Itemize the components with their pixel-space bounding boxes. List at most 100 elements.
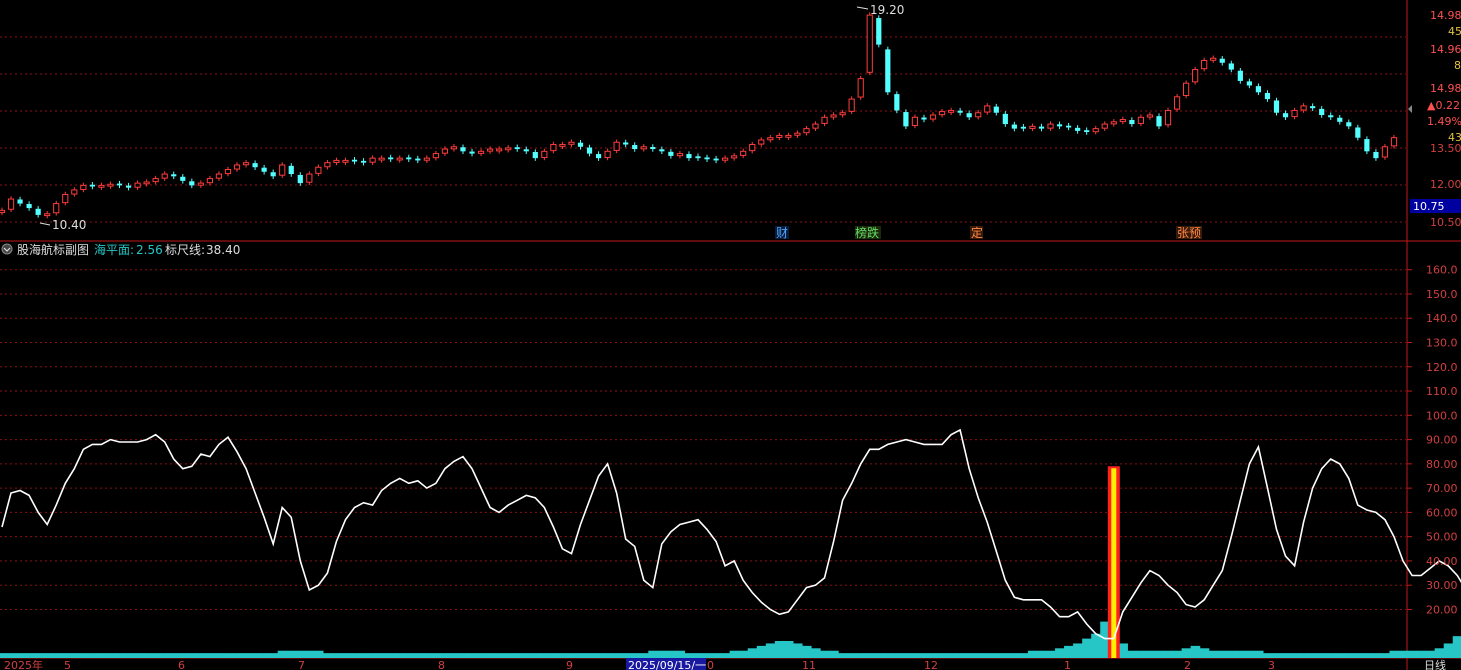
candle[interactable] — [1075, 125, 1081, 134]
candle[interactable] — [1129, 117, 1135, 127]
candle[interactable] — [921, 114, 927, 123]
candle[interactable] — [26, 201, 32, 211]
candle[interactable] — [1137, 114, 1145, 127]
candle[interactable] — [1038, 123, 1045, 132]
candle[interactable] — [315, 164, 322, 177]
candle[interactable] — [1065, 122, 1072, 131]
candle[interactable] — [1291, 107, 1298, 120]
candle[interactable] — [1002, 111, 1008, 127]
candle[interactable] — [876, 15, 882, 48]
candle[interactable] — [577, 139, 584, 150]
event-marker[interactable]: 定 — [971, 225, 983, 240]
candle[interactable] — [1101, 121, 1108, 131]
candle[interactable] — [487, 146, 494, 154]
candle[interactable] — [35, 206, 41, 218]
candle[interactable] — [857, 75, 864, 100]
candle[interactable] — [532, 149, 538, 161]
candle[interactable] — [143, 179, 150, 187]
candle[interactable] — [713, 155, 719, 164]
candle[interactable] — [676, 150, 684, 159]
candle[interactable] — [749, 141, 756, 154]
candle[interactable] — [885, 46, 891, 96]
candle[interactable] — [866, 12, 873, 76]
candle[interactable] — [903, 109, 909, 130]
candle[interactable] — [1228, 60, 1234, 73]
candle[interactable] — [929, 112, 937, 122]
candle[interactable] — [1319, 106, 1325, 118]
candle[interactable] — [984, 103, 991, 115]
candle[interactable] — [695, 153, 701, 161]
candle[interactable] — [1201, 57, 1208, 72]
candle[interactable] — [378, 155, 385, 163]
candle[interactable] — [62, 191, 69, 206]
candle[interactable] — [550, 141, 557, 154]
candle[interactable] — [1328, 112, 1334, 120]
candle[interactable] — [98, 182, 105, 190]
candle[interactable] — [758, 137, 765, 147]
candle[interactable] — [1056, 121, 1063, 130]
candle[interactable] — [279, 162, 286, 178]
candle[interactable] — [938, 108, 946, 118]
candle[interactable] — [523, 146, 529, 155]
candle[interactable] — [848, 96, 855, 115]
candle[interactable] — [1146, 112, 1154, 120]
candle[interactable] — [1364, 136, 1370, 155]
candle[interactable] — [215, 171, 223, 181]
candle[interactable] — [1156, 113, 1162, 130]
candle[interactable] — [1282, 110, 1289, 120]
candle[interactable] — [1173, 94, 1181, 112]
candle[interactable] — [369, 155, 376, 165]
candle[interactable] — [261, 164, 267, 175]
candle[interactable] — [388, 154, 394, 163]
candle[interactable] — [505, 145, 512, 153]
candle[interactable] — [189, 178, 195, 189]
candle[interactable] — [640, 144, 647, 152]
candle[interactable] — [125, 182, 132, 191]
candle[interactable] — [1110, 119, 1117, 127]
candle[interactable] — [297, 172, 303, 186]
period-label[interactable]: 日线 — [1424, 658, 1446, 670]
candle[interactable] — [1355, 124, 1361, 141]
candle[interactable] — [1219, 55, 1225, 66]
candle[interactable] — [242, 159, 250, 168]
candle[interactable] — [224, 166, 232, 177]
candle[interactable] — [1192, 66, 1199, 85]
candle[interactable] — [1337, 115, 1343, 125]
candle[interactable] — [1084, 127, 1090, 135]
candle[interactable] — [288, 163, 294, 177]
candle[interactable] — [423, 155, 430, 163]
candle[interactable] — [342, 157, 349, 165]
candle[interactable] — [1029, 123, 1036, 132]
candle[interactable] — [450, 144, 458, 152]
candle[interactable] — [7, 196, 15, 212]
candle[interactable] — [333, 157, 340, 166]
candle[interactable] — [613, 139, 620, 154]
candle[interactable] — [586, 144, 593, 157]
candle[interactable] — [477, 148, 485, 157]
candle[interactable] — [71, 187, 78, 197]
candle[interactable] — [1381, 144, 1389, 160]
candle[interactable] — [722, 155, 729, 163]
candle[interactable] — [568, 139, 575, 148]
candle[interactable] — [803, 125, 810, 136]
candle[interactable] — [306, 171, 313, 185]
candle[interactable] — [460, 144, 466, 155]
candle[interactable] — [116, 180, 123, 189]
candle[interactable] — [604, 148, 611, 161]
collapse-chevron-icon[interactable] — [1, 243, 13, 255]
candle[interactable] — [324, 159, 331, 170]
candle[interactable] — [171, 171, 177, 180]
candle[interactable] — [1246, 78, 1252, 89]
candle[interactable] — [794, 130, 801, 138]
candle[interactable] — [785, 132, 792, 140]
candlestick-series[interactable] — [0, 12, 1398, 219]
candle[interactable] — [595, 151, 602, 161]
candle[interactable] — [1047, 121, 1054, 131]
candle[interactable] — [415, 155, 421, 164]
candle[interactable] — [1255, 83, 1262, 96]
candle[interactable] — [776, 132, 783, 141]
candle[interactable] — [107, 181, 114, 189]
candle[interactable] — [812, 121, 819, 131]
candle[interactable] — [541, 148, 548, 161]
candle[interactable] — [894, 91, 900, 114]
